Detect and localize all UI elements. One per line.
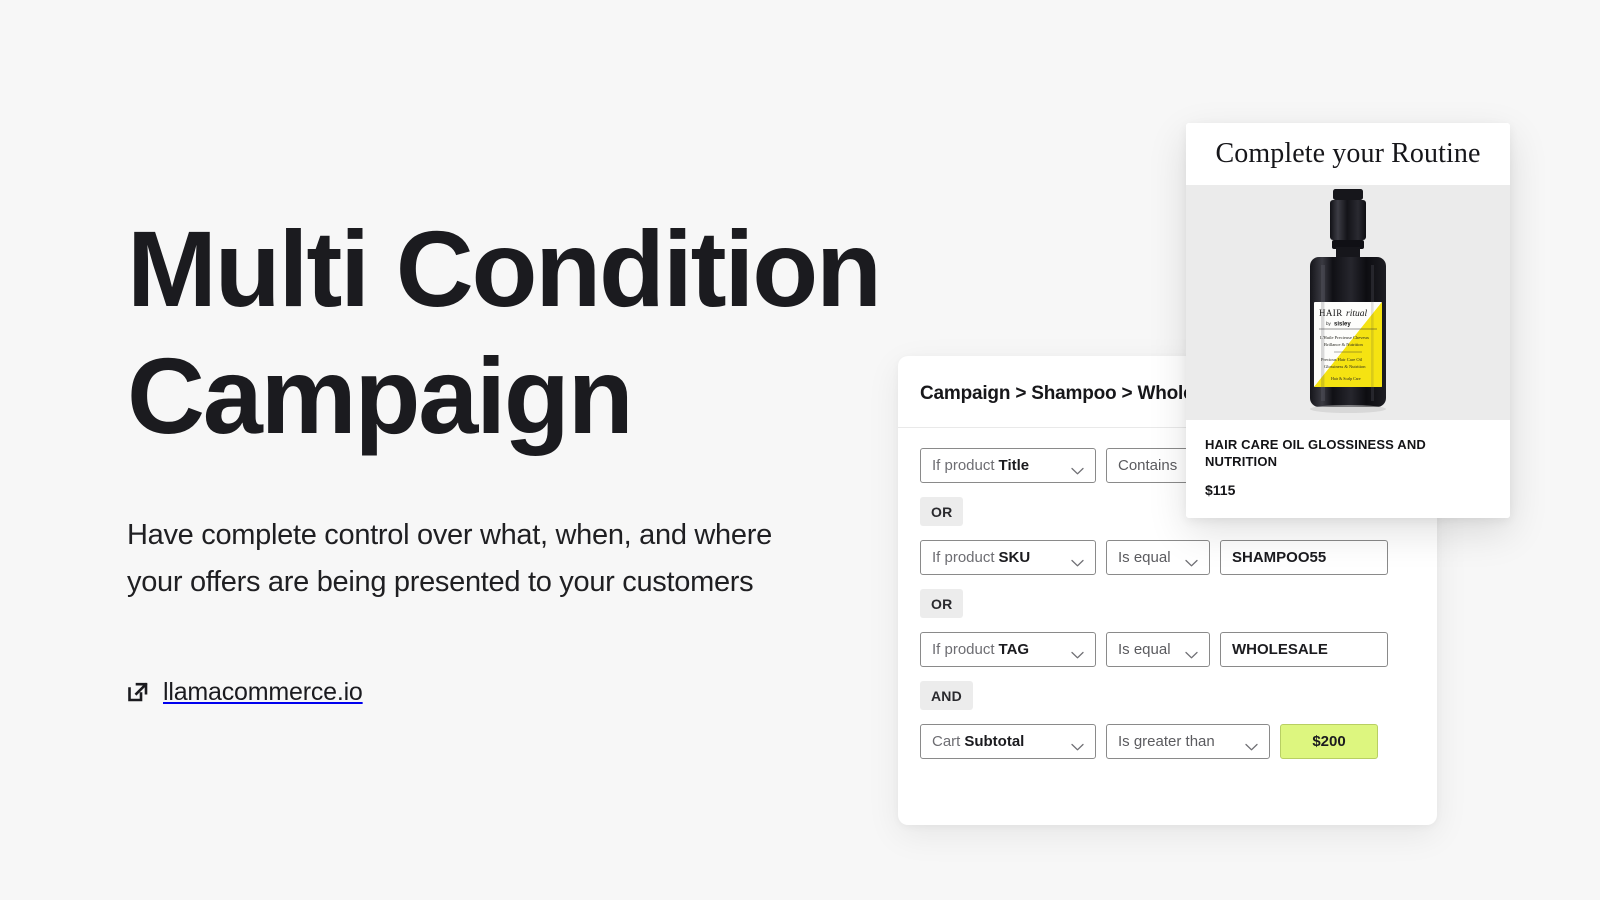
condition-operator-label: Is equal xyxy=(1118,549,1171,566)
svg-text:Precious Hair Care Oil: Precious Hair Care Oil xyxy=(1321,357,1363,362)
product-name: HAIR CARE OIL GLOSSINESS AND NUTRITION xyxy=(1205,437,1426,470)
product-card-header-title: Complete your Routine xyxy=(1215,138,1481,170)
condition-subject-prefix: If product xyxy=(932,641,995,658)
condition-value-input[interactable]: SHAMPOO55 xyxy=(1220,540,1388,575)
chevron-down-icon xyxy=(1071,738,1084,750)
condition-operator-select[interactable]: Is greater than xyxy=(1106,724,1270,759)
condition-value-text: SHAMPOO55 xyxy=(1232,549,1327,566)
svg-text:ritual: ritual xyxy=(1346,309,1367,319)
chevron-down-icon xyxy=(1245,738,1258,750)
chevron-down-icon xyxy=(1071,554,1084,566)
condition-operator-label: Is equal xyxy=(1118,641,1171,658)
site-link-label: llamacommerce.io xyxy=(163,677,363,706)
condition-subject-value: TAG xyxy=(998,641,1030,658)
condition-subject-prefix: Cart xyxy=(932,733,961,750)
svg-text:L'Huile Precieuse Cheveux: L'Huile Precieuse Cheveux xyxy=(1320,335,1370,340)
condition-subject-value: Title xyxy=(998,457,1030,474)
logic-operator-badge[interactable]: OR xyxy=(920,589,964,618)
product-preview-card: Complete your Routine HAIR ritual by sis… xyxy=(1186,123,1510,518)
condition-subject-select[interactable]: If product Title xyxy=(920,448,1096,483)
product-price: $115 xyxy=(1205,482,1236,498)
condition-subject-select[interactable]: Cart Subtotal xyxy=(920,724,1096,759)
condition-row: If product SKU Is equal SHAMPOO55 xyxy=(920,540,1415,575)
hero-section: Multi Condition Campaign Have complete c… xyxy=(127,205,917,707)
chevron-down-icon xyxy=(1071,462,1084,474)
svg-text:Hair & Scalp Care: Hair & Scalp Care xyxy=(1331,376,1361,381)
condition-row: Cart Subtotal Is greater than $200 xyxy=(920,724,1415,759)
hair-oil-bottle-image: HAIR ritual by sisley L'Huile Precieuse … xyxy=(1288,185,1408,420)
condition-subject-prefix: If product xyxy=(932,549,995,566)
svg-text:Glossiness & Nutrition: Glossiness & Nutrition xyxy=(1324,364,1366,369)
condition-subject-value: SKU xyxy=(998,549,1031,566)
external-link-icon xyxy=(127,681,149,703)
logic-operator-badge[interactable]: AND xyxy=(920,681,973,710)
chevron-down-icon xyxy=(1185,554,1198,566)
chevron-down-icon xyxy=(1185,646,1198,658)
condition-operator-label: Contains xyxy=(1118,457,1178,474)
chevron-down-icon xyxy=(1071,646,1084,658)
product-info: HAIR CARE OIL GLOSSINESS AND NUTRITION $… xyxy=(1186,420,1510,518)
product-card-header: Complete your Routine xyxy=(1186,123,1510,186)
condition-value-input[interactable]: WHOLESALE xyxy=(1220,632,1388,667)
condition-value-highlight-button[interactable]: $200 xyxy=(1280,724,1378,759)
site-link[interactable]: llamacommerce.io xyxy=(127,678,917,707)
logic-operator-badge[interactable]: OR xyxy=(920,497,964,526)
condition-subject-select[interactable]: If product TAG xyxy=(920,632,1096,667)
product-image-area: HAIR ritual by sisley L'Huile Precieuse … xyxy=(1186,185,1510,421)
condition-operator-label: Is greater than xyxy=(1118,733,1215,750)
hero-subtitle: Have complete control over what, when, a… xyxy=(127,518,772,598)
condition-subject-value: Subtotal xyxy=(964,733,1025,750)
svg-text:sisley: sisley xyxy=(1334,322,1351,328)
svg-text:by: by xyxy=(1326,321,1332,326)
condition-value-text: WHOLESALE xyxy=(1232,641,1328,658)
condition-row: If product TAG Is equal WHOLESALE xyxy=(920,632,1415,667)
condition-operator-select[interactable]: Is equal xyxy=(1106,540,1210,575)
page-title: Multi Condition Campaign xyxy=(127,208,882,457)
svg-text:Brillance & Nutrition: Brillance & Nutrition xyxy=(1324,342,1363,347)
condition-operator-select[interactable]: Is equal xyxy=(1106,632,1210,667)
condition-subject-prefix: If product xyxy=(932,457,995,474)
condition-subject-select[interactable]: If product SKU xyxy=(920,540,1096,575)
